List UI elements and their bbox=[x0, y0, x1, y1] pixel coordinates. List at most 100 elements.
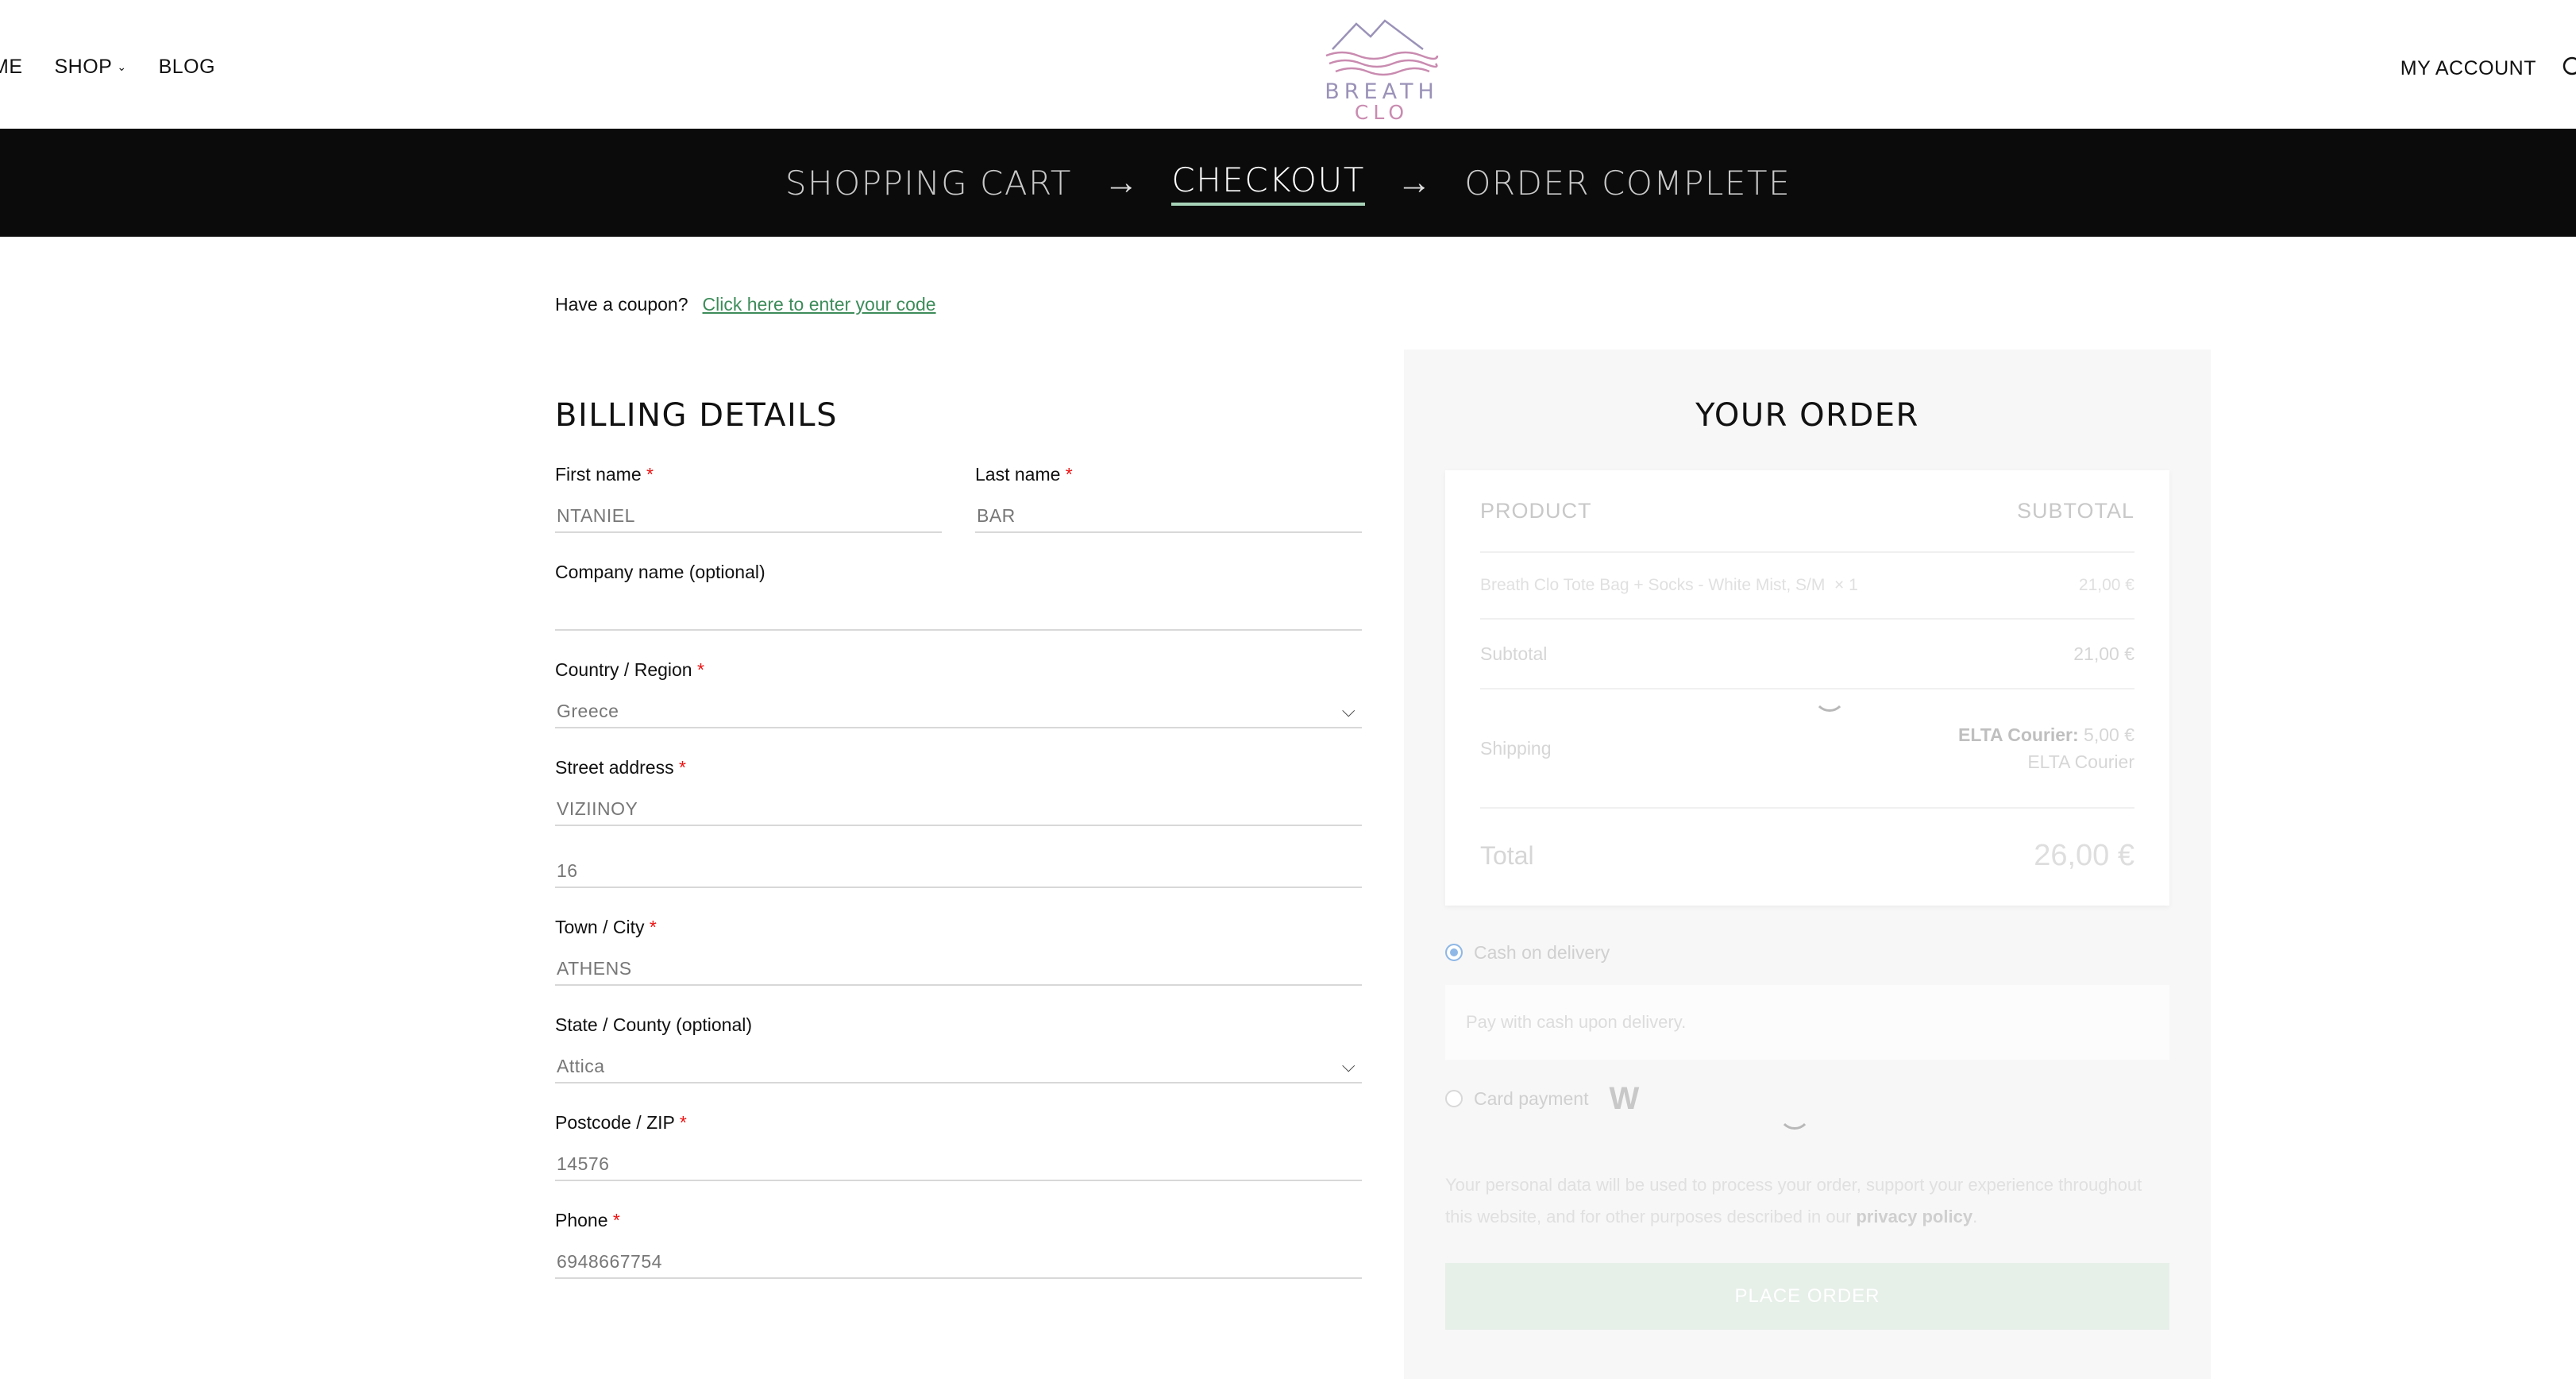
country-field: Country / Region * Greece ⌵ bbox=[555, 659, 1362, 728]
shipping-method[interactable]: ELTA Courier bbox=[1958, 748, 2134, 775]
town-label-text: Town / City bbox=[555, 917, 645, 937]
first-name-input[interactable]: NTANIEL bbox=[555, 500, 942, 533]
cod-radio[interactable] bbox=[1445, 944, 1463, 961]
country-select-value: Greece bbox=[557, 700, 619, 721]
order-summary-table: PRODUCT SUBTOTAL Breath Clo Tote Bag + S… bbox=[1445, 470, 2169, 906]
main-menu: ME SHOP ⌄ BLOG bbox=[0, 56, 215, 79]
privacy-text: Your personal data will be used to proce… bbox=[1445, 1175, 2142, 1226]
payment-option-cod[interactable]: Cash on delivery bbox=[1445, 937, 2169, 968]
required-mark: * bbox=[1065, 464, 1073, 485]
shipping-courier-line: ELTA Courier: 5,00 € bbox=[1958, 721, 2134, 748]
company-field: Company name (optional) bbox=[555, 562, 1362, 631]
town-field: Town / City * ATHENS bbox=[555, 917, 1362, 986]
street-address-2-input[interactable]: 16 bbox=[555, 855, 1362, 888]
street-address-label: Street address * bbox=[555, 757, 1362, 778]
state-select[interactable]: Attica ⌵ bbox=[555, 1050, 1362, 1084]
coupon-prompt: Have a coupon? bbox=[555, 294, 688, 315]
street-address-field: Street address * VIZIINOY bbox=[555, 757, 1362, 826]
order-review-panel: YOUR ORDER PRODUCT SUBTOTAL Breath Clo T… bbox=[1404, 342, 2211, 1379]
total-value: 26,00 € bbox=[2034, 838, 2134, 872]
shipping-courier: ELTA Courier: bbox=[1958, 724, 2079, 745]
town-input[interactable]: ATHENS bbox=[555, 952, 1362, 986]
col-product: PRODUCT bbox=[1480, 498, 1592, 523]
coupon-notice: Have a coupon? Click here to enter your … bbox=[555, 294, 936, 315]
last-name-label-text: Last name bbox=[975, 464, 1061, 485]
payment-option-card[interactable]: Card payment W bbox=[1445, 1080, 2169, 1130]
chevron-down-icon: ⌵ bbox=[1341, 1056, 1355, 1076]
first-name-label: First name * bbox=[555, 464, 942, 485]
nav-blog-link[interactable]: BLOG bbox=[159, 56, 215, 79]
order-item-price: 21,00 € bbox=[2078, 576, 2134, 594]
logo-mountains-icon: BREATH CLO bbox=[1325, 19, 1439, 124]
last-name-input[interactable]: BAR bbox=[975, 500, 1362, 533]
step-shopping-cart[interactable]: SHOPPING CART bbox=[785, 164, 1072, 203]
nav-shop-link[interactable]: SHOP ⌄ bbox=[55, 56, 127, 79]
postcode-label-text: Postcode / ZIP bbox=[555, 1112, 675, 1133]
shipping-options: ELTA Courier: 5,00 € ELTA Courier bbox=[1958, 721, 2134, 775]
name-row: First name * NTANIEL Last name * BAR bbox=[555, 464, 1362, 562]
state-select-value: Attica bbox=[557, 1055, 605, 1076]
scalloped-edge bbox=[1404, 342, 2211, 353]
nav-home-link[interactable]: ME bbox=[0, 56, 23, 79]
total-label: Total bbox=[1480, 840, 1534, 870]
loading-spinner-icon bbox=[1814, 680, 1845, 712]
town-label: Town / City * bbox=[555, 917, 1362, 938]
street-address-label-text: Street address bbox=[555, 757, 674, 778]
required-mark: * bbox=[696, 659, 704, 680]
enter-coupon-link[interactable]: Click here to enter your code bbox=[703, 294, 936, 315]
company-label: Company name (optional) bbox=[555, 562, 765, 582]
order-title: YOUR ORDER bbox=[1695, 397, 1919, 434]
card-label: Card payment bbox=[1474, 1087, 1589, 1109]
postcode-field: Postcode / ZIP * 14576 bbox=[555, 1112, 1362, 1181]
total-row: Total 26,00 € bbox=[1480, 809, 2134, 902]
state-field: State / County (optional) Attica ⌵ bbox=[555, 1014, 1362, 1084]
state-label: State / County (optional) bbox=[555, 1014, 753, 1035]
subtotal-row: Subtotal 21,00 € bbox=[1480, 620, 2134, 690]
street-address-input[interactable]: VIZIINOY bbox=[555, 793, 1362, 826]
order-item-name: Breath Clo Tote Bag + Socks - White Mist… bbox=[1480, 576, 1826, 594]
top-navigation: ME SHOP ⌄ BLOG BREATH CLO MY ACCOUNT bbox=[0, 0, 2576, 129]
privacy-notice: Your personal data will be used to proce… bbox=[1445, 1169, 2169, 1233]
subtotal-value: 21,00 € bbox=[2073, 643, 2134, 664]
order-item-desc: Breath Clo Tote Bag + Socks - White Mist… bbox=[1480, 576, 1858, 595]
country-label: Country / Region * bbox=[555, 659, 1362, 681]
place-order-button[interactable]: PLACE ORDER bbox=[1445, 1263, 2169, 1330]
step-checkout[interactable]: CHECKOUT bbox=[1171, 160, 1365, 206]
phone-input[interactable]: 6948667754 bbox=[555, 1246, 1362, 1279]
privacy-period: . bbox=[1972, 1207, 1978, 1226]
billing-details-form: BILLING DETAILS First name * NTANIEL Las… bbox=[555, 397, 1362, 1308]
postcode-input[interactable]: 14576 bbox=[555, 1148, 1362, 1181]
cod-description: Pay with cash upon delivery. bbox=[1445, 985, 2169, 1060]
last-name-label: Last name * bbox=[975, 464, 1362, 485]
nav-shop-label: SHOP bbox=[54, 56, 113, 78]
postcode-label: Postcode / ZIP * bbox=[555, 1112, 1362, 1134]
privacy-policy-link[interactable]: privacy policy bbox=[1856, 1207, 1972, 1226]
required-mark: * bbox=[649, 917, 657, 937]
required-mark: * bbox=[678, 757, 686, 778]
subtotal-label: Subtotal bbox=[1480, 643, 1548, 664]
required-mark: * bbox=[646, 464, 654, 485]
card-radio[interactable] bbox=[1445, 1090, 1463, 1107]
step-arrow-icon: → bbox=[1396, 163, 1433, 202]
first-name-label-text: First name bbox=[555, 464, 642, 485]
payment-methods: Cash on delivery Pay with cash upon deli… bbox=[1445, 937, 2169, 1233]
brand-logo[interactable]: BREATH CLO bbox=[1318, 16, 1445, 127]
order-table-header: PRODUCT SUBTOTAL bbox=[1480, 470, 2134, 553]
logo-text-clo: CLO bbox=[1355, 101, 1409, 124]
street-address-2-field: 16 bbox=[555, 855, 1362, 888]
order-item-qty: × 1 bbox=[1834, 576, 1858, 594]
company-input[interactable] bbox=[555, 597, 1362, 631]
card-provider-logo-icon: W bbox=[1609, 1080, 1640, 1116]
country-label-text: Country / Region bbox=[555, 659, 692, 680]
shipping-price: 5,00 € bbox=[2084, 724, 2134, 745]
search-icon[interactable] bbox=[2562, 56, 2576, 79]
my-account-link[interactable]: MY ACCOUNT bbox=[2401, 57, 2536, 80]
cod-label: Cash on delivery bbox=[1474, 941, 1610, 963]
country-select[interactable]: Greece ⌵ bbox=[555, 695, 1362, 728]
shipping-label: Shipping bbox=[1480, 737, 1552, 759]
last-name-field: Last name * BAR bbox=[975, 464, 1362, 533]
required-mark: * bbox=[679, 1112, 687, 1133]
order-item-row: Breath Clo Tote Bag + Socks - White Mist… bbox=[1480, 553, 2134, 620]
loading-spinner-icon bbox=[1779, 1098, 1811, 1130]
phone-field: Phone * 6948667754 bbox=[555, 1210, 1362, 1279]
